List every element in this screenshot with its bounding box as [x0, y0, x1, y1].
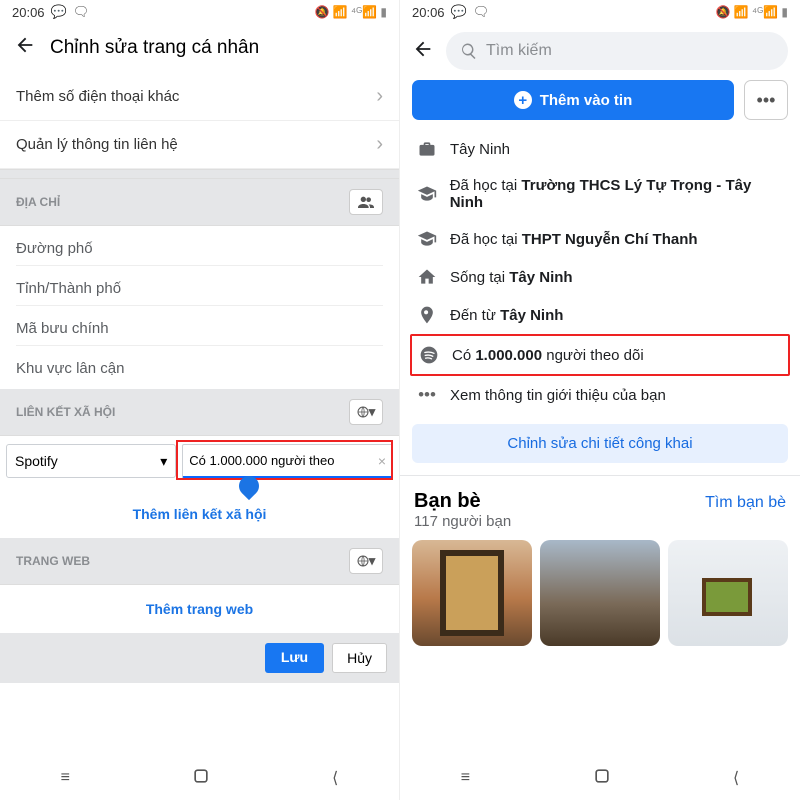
search-bar-row: Tìm kiếm: [400, 24, 800, 80]
status-bar: 20:06 💬 🗨 🔕 📶 ⁴ᴳ📶 ▮: [0, 0, 399, 24]
chevron-right-icon: ›: [376, 133, 383, 156]
chat-icon: 🗨: [473, 4, 490, 20]
section-social: LIÊN KẾT XÃ HỘI ▾: [0, 389, 399, 436]
search-placeholder: Tìm kiếm: [486, 42, 552, 60]
info-text: Đã học tại Trường THCS Lý Tự Trọng - Tây…: [450, 177, 784, 211]
row-label: Quản lý thông tin liên hệ: [16, 136, 178, 153]
section-label: TRANG WEB: [16, 554, 90, 568]
info-lives[interactable]: Sống tại Tây Ninh: [400, 258, 800, 296]
status-bar: 20:06 💬 🗨 🔕 📶 ⁴ᴳ📶 ▮: [400, 0, 800, 24]
row-manage-contact[interactable]: Quản lý thông tin liên hệ ›: [0, 121, 399, 169]
home-icon: [416, 267, 438, 287]
divider: [400, 475, 800, 476]
status-icons: 🔕 📶 ⁴ᴳ📶 ▮: [314, 5, 387, 19]
left-phone: 20:06 💬 🗨 🔕 📶 ⁴ᴳ📶 ▮ Chỉnh sửa trang cá n…: [0, 0, 400, 800]
info-text: Đã học tại THPT Nguyễn Chí Thanh: [450, 231, 698, 248]
back-nav-icon[interactable]: ⟨: [733, 768, 739, 788]
platform-value: Spotify: [15, 453, 58, 469]
friend-tile[interactable]: [668, 540, 788, 646]
info-text: Tây Ninh: [450, 141, 510, 158]
education-icon: [416, 184, 438, 204]
audience-public-button[interactable]: ▾: [349, 399, 383, 425]
info-see-intro[interactable]: ••• Xem thông tin giới thiệu của bạn: [400, 376, 800, 414]
info-from[interactable]: Đến từ Tây Ninh: [400, 296, 800, 334]
status-time: 20:06: [412, 5, 445, 20]
location-icon: [416, 305, 438, 325]
back-nav-icon[interactable]: ⟨: [332, 768, 338, 788]
audience-public-button[interactable]: ▾: [349, 548, 383, 574]
button-label: Thêm vào tin: [540, 92, 633, 109]
field-city[interactable]: Tỉnh/Thành phố: [0, 266, 399, 299]
page-title: Chỉnh sửa trang cá nhân: [50, 37, 259, 59]
friend-tile[interactable]: [412, 540, 532, 646]
save-cancel-bar: Lưu Hủy: [0, 633, 399, 683]
field-postal[interactable]: Mã bưu chính: [0, 306, 399, 339]
info-edu2[interactable]: Đã học tại THPT Nguyễn Chí Thanh: [400, 220, 800, 258]
briefcase-icon: [416, 139, 438, 159]
friends-count: 117 người bạn: [400, 513, 800, 540]
add-website-link[interactable]: Thêm trang web: [0, 585, 399, 633]
find-friends-link[interactable]: Tìm bạn bè: [705, 494, 786, 512]
right-phone: 20:06 💬 🗨 🔕 📶 ⁴ᴳ📶 ▮ Tìm kiếm + Thêm vào …: [400, 0, 800, 800]
info-edu1[interactable]: Đã học tại Trường THCS Lý Tự Trọng - Tây…: [400, 168, 800, 220]
section-divider: [0, 169, 399, 179]
plus-icon: +: [514, 91, 532, 109]
add-to-story-button[interactable]: + Thêm vào tin: [412, 80, 734, 120]
info-text: Sống tại Tây Ninh: [450, 269, 573, 286]
section-website: TRANG WEB ▾: [0, 538, 399, 585]
home-icon[interactable]: [592, 766, 612, 791]
ellipsis-icon: •••: [416, 385, 438, 405]
social-link-row: Spotify ▾ Có 1.000.000 người theo ×: [0, 436, 399, 490]
back-icon[interactable]: [14, 34, 36, 61]
info-text: Có 1.000.000 người theo dõi: [452, 347, 644, 364]
save-button[interactable]: Lưu: [265, 643, 324, 673]
story-button-row: + Thêm vào tin •••: [400, 80, 800, 130]
input-value: Có 1.000.000 người theo: [189, 453, 334, 468]
info-followers[interactable]: Có 1.000.000 người theo dõi: [412, 336, 788, 374]
info-text: Đến từ Tây Ninh: [450, 307, 563, 324]
recent-apps-icon[interactable]: ≡: [61, 769, 70, 787]
friends-title: Bạn bè: [414, 490, 481, 513]
system-nav-bar: ≡ ⟨: [0, 756, 399, 800]
ellipsis-icon: •••: [757, 90, 776, 111]
system-nav-bar: ≡ ⟨: [400, 756, 800, 800]
clear-icon[interactable]: ×: [378, 453, 386, 469]
field-street[interactable]: Đường phố: [0, 226, 399, 259]
chevron-down-icon: ▾: [160, 453, 167, 470]
audience-friends-button[interactable]: [349, 189, 383, 215]
platform-select[interactable]: Spotify ▾: [6, 444, 176, 478]
friends-header: Bạn bè Tìm bạn bè: [400, 484, 800, 513]
status-time: 20:06: [12, 5, 45, 20]
highlight-box: Có 1.000.000 người theo dõi: [410, 334, 790, 376]
header-bar: Chỉnh sửa trang cá nhân: [0, 24, 399, 73]
social-link-input[interactable]: Có 1.000.000 người theo ×: [182, 444, 393, 478]
friends-grid: [400, 540, 800, 646]
status-icons: 🔕 📶 ⁴ᴳ📶 ▮: [715, 5, 788, 19]
cancel-button[interactable]: Hủy: [332, 643, 387, 673]
section-label: LIÊN KẾT XÃ HỘI: [16, 405, 115, 419]
section-address: ĐỊA CHỈ: [0, 179, 399, 226]
edit-public-details-button[interactable]: Chỉnh sửa chi tiết công khai: [412, 424, 788, 463]
education-icon: [416, 229, 438, 249]
row-add-phone[interactable]: Thêm số điện thoại khác ›: [0, 73, 399, 121]
chevron-right-icon: ›: [376, 85, 383, 108]
chat-icon: 🗨: [73, 4, 90, 20]
messenger-icon: 💬: [51, 4, 67, 20]
field-area[interactable]: Khu vực lân cận: [0, 346, 399, 389]
row-label: Thêm số điện thoại khác: [16, 88, 179, 105]
info-text: Xem thông tin giới thiệu của bạn: [450, 387, 666, 404]
back-icon[interactable]: [412, 38, 434, 65]
spotify-icon: [418, 345, 440, 365]
add-social-link[interactable]: Thêm liên kết xã hội: [0, 490, 399, 538]
info-work[interactable]: Tây Ninh: [400, 130, 800, 168]
section-label: ĐỊA CHỈ: [16, 195, 60, 209]
recent-apps-icon[interactable]: ≡: [461, 769, 470, 787]
more-button[interactable]: •••: [744, 80, 788, 120]
search-input[interactable]: Tìm kiếm: [446, 32, 788, 70]
home-icon[interactable]: [191, 766, 211, 791]
messenger-icon: 💬: [451, 4, 467, 20]
search-icon: [460, 42, 478, 60]
friend-tile[interactable]: [540, 540, 660, 646]
